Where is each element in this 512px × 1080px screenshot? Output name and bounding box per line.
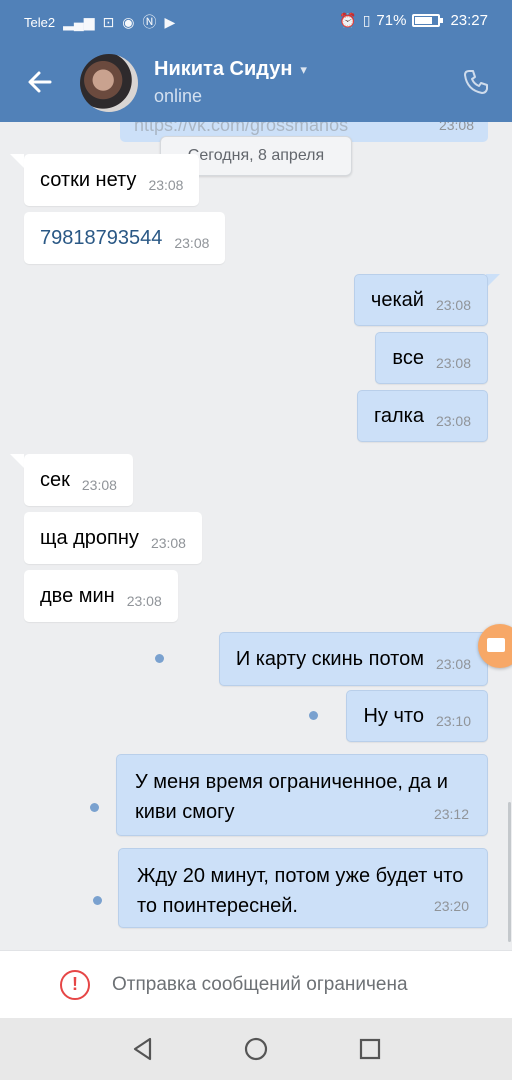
android-navbar [0,1018,512,1080]
message-text: ща дропну [40,526,139,549]
message-text: сек [40,468,70,491]
message-outgoing[interactable]: все 23:08 [375,332,488,384]
bubble-tail [10,454,24,468]
message-outgoing[interactable]: чекай 23:08 [353,274,488,326]
recents-square-icon[interactable] [357,1036,383,1062]
message-outgoing[interactable]: И карту скинь потом 23:08 [218,632,488,686]
message-time: 23:08 [174,235,210,251]
message-text: Жду 20 минут, потом уже будет что то пои… [137,865,464,917]
message-time: 23:12 [433,806,469,822]
clock: 23:27 [450,12,488,29]
video-icon: ▶ [164,13,176,30]
signal-icon: ▂▄▆ [63,13,95,30]
phone-number-link[interactable]: 79818793544 [40,227,162,250]
message-time: 23:08 [435,656,471,672]
message-incoming[interactable]: ща дропну 23:08 [24,512,202,564]
vibrate-icon: ▯ [362,12,371,28]
message-time: 23:08 [435,297,471,313]
avatar[interactable] [80,54,138,112]
message-time: 23:10 [435,713,471,729]
chevron-down-icon: ▾ [300,61,307,77]
home-circle-icon[interactable] [243,1036,269,1062]
scrollbar[interactable] [508,802,511,942]
eye-icon: ◉ [122,13,135,30]
nfc-icon: Ⓝ [142,14,157,30]
message-time: 23:08 [435,355,471,371]
message-time: 23:08 [81,477,117,493]
message-incoming[interactable]: сек 23:08 [24,454,133,506]
message-text: галка [373,404,424,427]
message-outgoing[interactable]: галка 23:08 [356,390,488,442]
restriction-text: Отправка сообщений ограничена [112,973,408,995]
contact-name: Никита Сидун [154,58,293,80]
message-time: 23:08 [148,177,184,193]
carrier-label: Tele2 [24,14,56,30]
message-text: И карту скинь потом [235,647,424,670]
message-text: сотки нету [40,168,137,191]
status-bar: Tele2 ▂▄▆ ⊡ ◉ Ⓝ ▶ ⏰ ▯ 71% 23:27 [0,0,512,42]
message-outgoing[interactable]: Жду 20 минут, потом уже будет что то пои… [118,848,488,928]
alarm-icon: ⏰ [339,12,357,28]
battery-icon [412,14,444,27]
message-time: 23:08 [126,593,162,609]
online-status: online [154,86,203,106]
contact-name-button[interactable]: Никита Сидун ▾ [154,58,307,81]
message-incoming[interactable]: 79818793544 23:08 [24,212,226,264]
message-text: У меня время ограниченное, да и киви смо… [135,771,448,823]
message-text: чекай [370,288,424,311]
restriction-banner: ! Отправка сообщений ограничена [0,950,512,1018]
message-incoming[interactable]: сотки нету 23:08 [24,154,200,206]
message-text: две мин [40,584,115,607]
message-outgoing[interactable]: У меня время ограниченное, да и киви смо… [116,754,488,836]
exclamation-circle-icon: ! [60,969,90,1000]
message-incoming[interactable]: две мин 23:08 [24,570,178,622]
message-text: все [392,346,424,369]
unread-dot [155,654,164,663]
bubble-tail [486,274,500,288]
message-outgoing[interactable]: Ну что 23:10 [346,690,488,742]
back-arrow-icon[interactable] [24,66,56,98]
message-time: 23:08 [435,413,471,429]
phone-icon[interactable] [462,68,490,96]
cast-icon: ⊡ [102,13,115,30]
unread-dot [90,803,99,812]
message-time: 23:08 [150,535,186,551]
unread-dot [309,711,318,720]
back-triangle-icon[interactable] [130,1036,156,1062]
message-text: Ну что [363,704,424,727]
app-header: Tele2 ▂▄▆ ⊡ ◉ Ⓝ ▶ ⏰ ▯ 71% 23:27 Никита С… [0,0,512,122]
bubble-tail [10,154,24,168]
message-list[interactable]: https://vk.com/grossmanos 23:08 Сегодня,… [0,122,512,950]
unread-dot [93,896,102,905]
message-time: 23:20 [433,898,469,914]
battery-percent: 71% [376,12,407,29]
